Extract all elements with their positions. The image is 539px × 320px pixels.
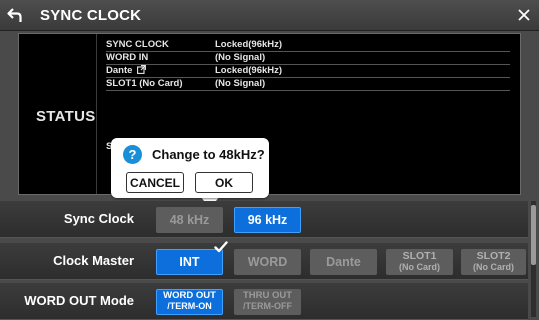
question-icon: ?: [123, 145, 142, 164]
status-key: Dante: [106, 65, 147, 76]
row-label: WORD OUT Mode: [24, 293, 134, 308]
slot1-sublabel: (No Card): [399, 262, 440, 272]
clock-dante-button[interactable]: Dante: [310, 249, 377, 275]
status-row-slot1: SLOT1 (No Card) (No Signal): [106, 78, 510, 91]
clock-slot1-button[interactable]: SLOT1 (No Card): [386, 249, 453, 275]
opt-line: /TERM-ON: [167, 301, 212, 311]
status-key: SYNC CLOCK: [106, 39, 169, 50]
status-label: STATUS: [36, 108, 96, 125]
row-word-out-mode: WORD OUT Mode WORD OUT /TERM-ON THRU OUT…: [0, 283, 528, 320]
status-row-word-in: WORD IN (No Signal): [106, 52, 510, 65]
status-value: (No Signal): [215, 52, 266, 63]
status-value: Locked(96kHz): [215, 65, 283, 76]
cancel-button[interactable]: CANCEL: [126, 172, 184, 193]
row-label: Sync Clock: [63, 211, 134, 226]
scrollbar-thumb[interactable]: [531, 205, 536, 265]
slot2-label: SLOT2: [476, 250, 511, 262]
close-button[interactable]: [509, 0, 539, 30]
status-panel: STATUS SYNC CLOCK Locked(96kHz) WORD IN …: [18, 33, 521, 195]
status-key: WORD IN: [106, 52, 149, 63]
status-key-text: Dante: [106, 65, 133, 76]
slot2-sublabel: (No Card): [473, 262, 514, 272]
check-icon: [214, 241, 228, 253]
word-out-term-on-button[interactable]: WORD OUT /TERM-ON: [156, 289, 223, 315]
back-arrow-icon: [7, 8, 22, 22]
external-link-icon[interactable]: [137, 65, 147, 74]
divider: [106, 128, 510, 129]
ok-button[interactable]: OK: [195, 172, 253, 193]
status-value: (No Signal): [215, 78, 266, 89]
sync-96khz-button[interactable]: 96 kHz: [234, 207, 301, 233]
row-clock-master: Clock Master INT WORD Dante SLOT1 (No Ca…: [0, 241, 528, 280]
title-bar: SYNC CLOCK: [0, 0, 539, 31]
dialog-message: Change to 48kHz?: [152, 147, 265, 162]
status-row-dante: Dante Locked(96kHz): [106, 65, 510, 78]
thru-out-term-off-button[interactable]: THRU OUT /TERM-OFF: [234, 289, 301, 315]
status-row-sync-clock: SYNC CLOCK Locked(96kHz): [106, 39, 510, 52]
clock-int-label: INT: [179, 255, 200, 269]
close-icon: [518, 9, 530, 21]
confirm-dialog: ? Change to 48kHz? CANCEL OK: [111, 138, 269, 198]
clock-int-button[interactable]: INT: [156, 241, 228, 275]
opt-line: WORD OUT: [163, 290, 216, 301]
status-value: Locked(96kHz): [215, 39, 283, 50]
slot1-label: SLOT1: [402, 250, 437, 262]
opt-line: /TERM-OFF: [243, 301, 292, 311]
clock-word-button[interactable]: WORD: [234, 249, 301, 275]
row-label: Clock Master: [53, 253, 134, 268]
sync-48khz-button[interactable]: 48 kHz: [156, 207, 223, 233]
status-key: SLOT1 (No Card): [106, 78, 183, 89]
divider: [96, 34, 97, 194]
clock-slot2-button[interactable]: SLOT2 (No Card): [461, 249, 526, 275]
back-button[interactable]: [0, 0, 30, 30]
row-sync-clock: Sync Clock 48 kHz 96 kHz: [0, 201, 528, 238]
page-title: SYNC CLOCK: [40, 7, 142, 24]
opt-line: THRU OUT: [242, 290, 293, 301]
